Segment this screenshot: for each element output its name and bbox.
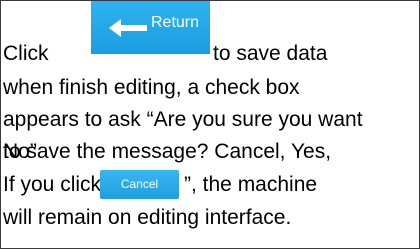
instruction-panel: Return Click to save data when finish ed…: [0, 0, 420, 249]
return-button-label: Return: [151, 14, 200, 31]
return-button[interactable]: Return: [91, 1, 210, 54]
instruction-line-6-prefix: If you click “: [3, 173, 114, 196]
return-arrow-icon: [109, 19, 147, 37]
instruction-line-2: when finish editing, a check box: [3, 76, 300, 99]
instruction-line-5: No”: [3, 140, 37, 163]
instruction-line-4: to save the message? Cancel, Yes,: [3, 140, 332, 163]
instruction-line-1-suffix: to save data: [213, 42, 328, 65]
cancel-button-label: Cancel: [120, 177, 159, 191]
cancel-button[interactable]: Cancel: [100, 170, 179, 199]
instruction-line-7: will remain on editing interface.: [3, 206, 292, 229]
instruction-line-3: appears to ask “Are you sure you want: [3, 108, 363, 131]
instruction-line-6-suffix: ”, the machine: [184, 173, 318, 196]
instruction-line-1-prefix: Click: [3, 42, 49, 65]
